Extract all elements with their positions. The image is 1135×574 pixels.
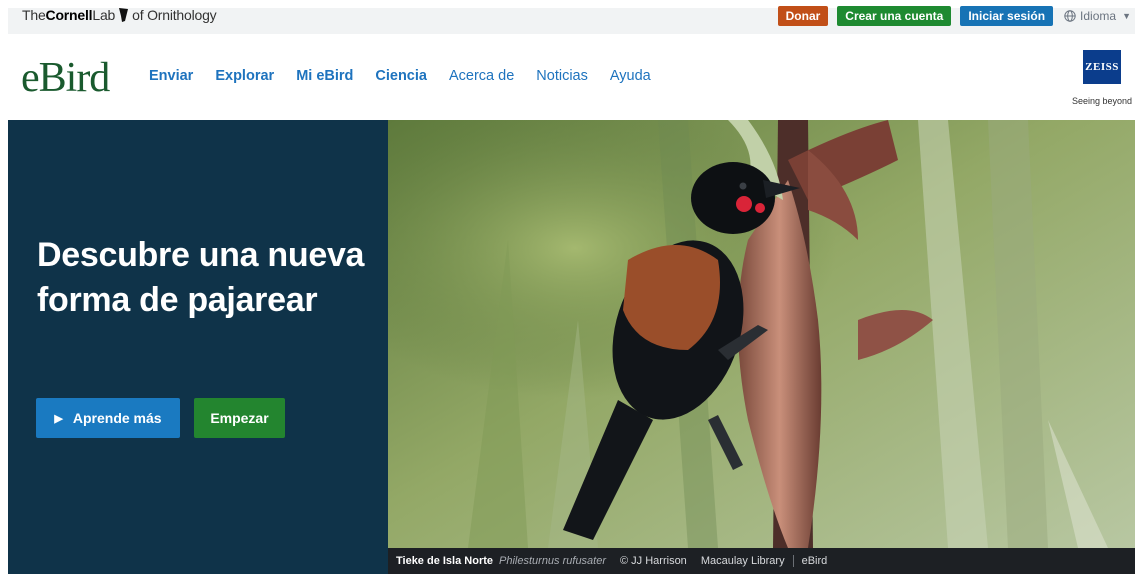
utility-actions: Donar Crear una cuenta Iniciar sesión Id… — [769, 3, 1135, 29]
cornell-logo-the: The — [22, 7, 46, 23]
cornell-lab-logo[interactable]: The Cornell Lab of Ornithology — [22, 7, 217, 23]
caption-source-link[interactable]: eBird — [802, 555, 828, 567]
main-nav: eBird Enviar Explorar Mi eBird Ciencia A… — [8, 34, 1135, 120]
cornell-logo-name: Cornell — [45, 7, 93, 23]
cornell-logo-of: of Ornithology — [132, 7, 217, 23]
start-button[interactable]: Empezar — [194, 398, 285, 438]
learn-more-label: Aprende más — [72, 410, 162, 426]
chevron-down-icon: ▼ — [1122, 11, 1131, 21]
sign-in-button[interactable]: Iniciar sesión — [960, 6, 1054, 26]
learn-more-button[interactable]: ▶ Aprende más — [36, 398, 180, 438]
caption-library-link[interactable]: Macaulay Library — [701, 555, 785, 567]
cornell-logo-lab: Lab — [92, 7, 116, 23]
hero-photo — [388, 120, 1135, 548]
zeiss-tagline: Seeing beyond — [1071, 96, 1133, 106]
caption-species[interactable]: Tieke de Isla Norte — [396, 555, 493, 567]
nav-menu: Enviar Explorar Mi eBird Ciencia Acerca … — [149, 68, 673, 84]
globe-icon — [1064, 10, 1076, 22]
utility-bar: The Cornell Lab of Ornithology Donar Cre… — [8, 6, 1135, 34]
photo-caption: Tieke de Isla Norte Philesturnus rufusat… — [388, 548, 1135, 574]
hero-title: Descubre una nueva forma de pajarear — [37, 236, 365, 319]
language-label: Idioma — [1080, 9, 1117, 23]
donate-button[interactable]: Donar — [777, 6, 829, 26]
nav-item-submit[interactable]: Enviar — [149, 68, 193, 84]
language-selector[interactable]: Idioma ▼ — [1064, 9, 1131, 23]
caption-credit: © JJ Harrison — [620, 555, 687, 567]
nav-item-help[interactable]: Ayuda — [610, 68, 651, 84]
hero-panel: Descubre una nueva forma de pajarear ▶ A… — [8, 120, 388, 574]
play-icon: ▶ — [54, 412, 63, 425]
bird-silhouette-icon — [119, 8, 129, 22]
nav-item-science[interactable]: Ciencia — [375, 68, 427, 84]
nav-item-explore[interactable]: Explorar — [215, 68, 274, 84]
caption-divider — [792, 555, 794, 567]
zeiss-logo: ZEISS — [1083, 50, 1121, 84]
nav-item-about[interactable]: Acerca de — [449, 68, 514, 84]
nav-item-my-ebird[interactable]: Mi eBird — [296, 68, 353, 84]
zeiss-sponsor[interactable]: ZEISS Seeing beyond — [1071, 50, 1133, 112]
create-account-button[interactable]: Crear una cuenta — [837, 6, 952, 26]
caption-scientific-name: Philesturnus rufusater — [499, 555, 607, 567]
bird-photo-illustration — [388, 120, 1135, 548]
ebird-logo[interactable]: eBird — [21, 54, 110, 102]
nav-item-news[interactable]: Noticias — [536, 68, 588, 84]
